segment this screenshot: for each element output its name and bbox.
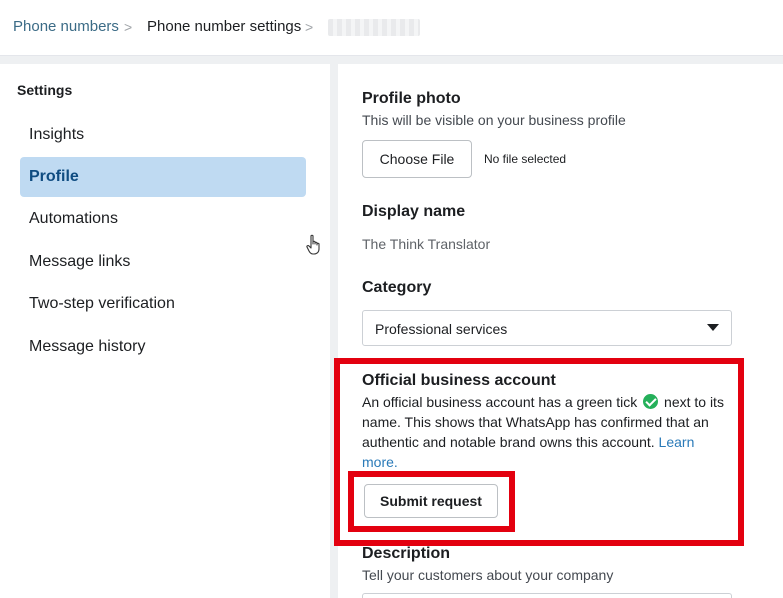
profile-photo-title: Profile photo: [362, 90, 461, 107]
sidebar-item-automations[interactable]: Automations: [20, 199, 306, 239]
category-title: Category: [362, 279, 432, 296]
sidebar-item-message-history[interactable]: Message history: [20, 327, 306, 367]
breadcrumb-phone-number-settings: Phone number settings: [147, 18, 302, 35]
file-status-text: No file selected: [484, 152, 567, 166]
breadcrumb-phone-number-redacted: [328, 19, 420, 36]
submit-request-highlight: [348, 471, 515, 532]
description-title: Description: [362, 545, 451, 562]
breadcrumb-phone-numbers[interactable]: Phone numbers: [13, 18, 119, 35]
sidebar-heading: Settings: [17, 82, 73, 98]
display-name-value: The Think Translator: [362, 236, 491, 252]
sidebar-item-profile[interactable]: Profile: [20, 157, 306, 197]
settings-sidebar: Settings Insights Profile Automations Me…: [0, 64, 330, 598]
breadcrumb: Phone numbers > Phone number settings >: [0, 0, 783, 56]
description-subtitle: Tell your customers about your company: [362, 567, 614, 583]
chevron-right-icon: >: [124, 19, 133, 35]
hand-pointer-icon: [306, 234, 320, 255]
description-input[interactable]: [362, 593, 732, 598]
category-select[interactable]: Professional services: [362, 310, 732, 346]
profile-photo-subtitle: This will be visible on your business pr…: [362, 112, 626, 128]
caret-down-icon: [707, 324, 719, 331]
category-selected-value: Professional services: [375, 321, 508, 337]
choose-file-button[interactable]: Choose File: [362, 140, 472, 178]
sidebar-item-two-step-verification[interactable]: Two-step verification: [20, 284, 306, 324]
display-name-title: Display name: [362, 203, 466, 220]
sidebar-item-message-links[interactable]: Message links: [20, 242, 306, 282]
sidebar-item-insights[interactable]: Insights: [20, 115, 306, 155]
chevron-right-icon: >: [305, 19, 314, 35]
